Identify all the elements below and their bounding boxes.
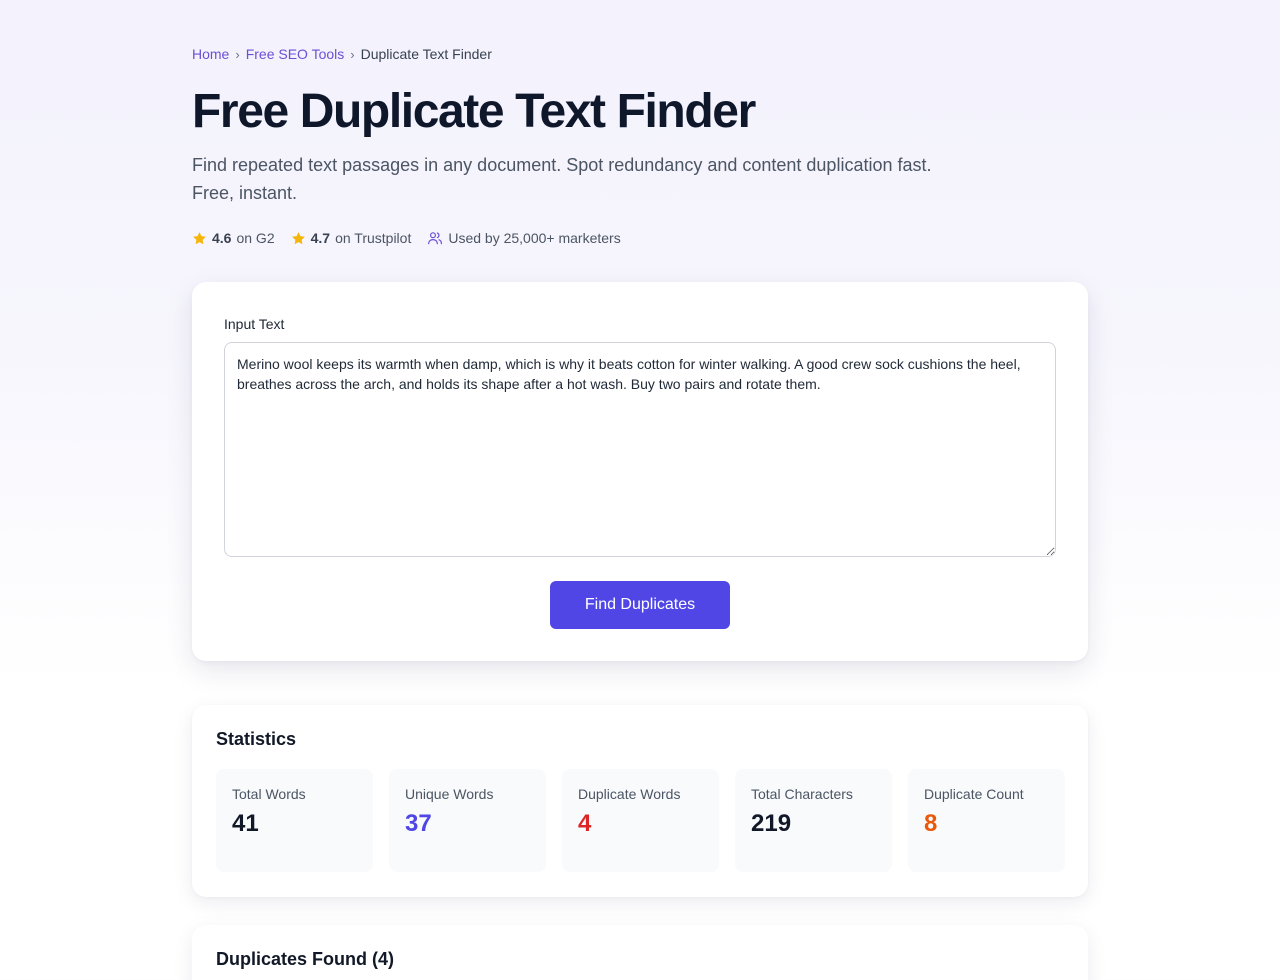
star-icon [291, 231, 305, 244]
stat-value: 37 [405, 810, 432, 837]
duplicates-title: Duplicates Found (4) [216, 949, 395, 969]
breadcrumb: Home › Free SEO Tools › Duplicate Text F… [192, 46, 492, 62]
stat-label: Total Words [232, 786, 306, 802]
stat-duplicate-words: Duplicate Words 4 [562, 769, 719, 872]
stat-value: 219 [751, 810, 792, 837]
stat-label: Unique Words [405, 786, 494, 802]
stat-label: Total Characters [751, 786, 853, 802]
stat-label: Duplicate Words [578, 786, 681, 802]
trustpilot-rating: 4.7 on Trustpilot [291, 230, 412, 246]
users-text: Used by 25,000+ marketers [448, 230, 621, 246]
page-subtitle: Find repeated text passages in any docum… [192, 155, 932, 203]
users-count: Used by 25,000+ marketers [427, 230, 621, 246]
statistics-card: Statistics Total Words 41 Unique Words 3… [192, 705, 1088, 897]
duplicates-card: Duplicates Found (4) [192, 925, 1088, 980]
stat-unique-words: Unique Words 37 [389, 769, 546, 872]
g2-score: 4.6 [212, 230, 232, 246]
trustpilot-score: 4.7 [310, 230, 331, 246]
page-title: Free Duplicate Text Finder [192, 85, 756, 138]
statistics-grid: Total Words 41 Unique Words 37 Duplicate… [216, 769, 1065, 872]
stat-total-characters: Total Characters 219 [735, 769, 892, 872]
input-label: Input Text [224, 316, 285, 332]
ratings-bar: 4.6 on G2 4.7 on Trustpilot Used by 25,0… [192, 230, 637, 246]
input-card: Input Text Merino wool keeps its warmth … [192, 282, 1088, 661]
breadcrumb-separator: › [350, 46, 355, 62]
star-icon [193, 231, 206, 244]
trustpilot-label: on Trustpilot [335, 230, 412, 246]
stat-total-words: Total Words 41 [216, 769, 373, 872]
breadcrumb-current: Duplicate Text Finder [360, 46, 492, 62]
input-textarea[interactable]: Merino wool keeps its warmth when damp, … [224, 342, 1056, 557]
stat-value: 4 [578, 810, 592, 837]
stat-duplicate-count: Duplicate Count 8 [908, 769, 1065, 872]
breadcrumb-tools-link[interactable]: Free SEO Tools [246, 46, 345, 62]
stat-value: 41 [232, 810, 259, 837]
users-icon [428, 232, 443, 245]
breadcrumb-home-link[interactable]: Home [192, 46, 229, 62]
find-duplicates-button[interactable]: Find Duplicates [550, 581, 730, 629]
breadcrumb-separator: › [235, 46, 240, 62]
statistics-title: Statistics [216, 729, 297, 749]
g2-label: on G2 [236, 230, 275, 246]
stat-value: 8 [924, 810, 938, 837]
stat-label: Duplicate Count [924, 786, 1024, 802]
g2-rating: 4.6 on G2 [192, 230, 275, 246]
